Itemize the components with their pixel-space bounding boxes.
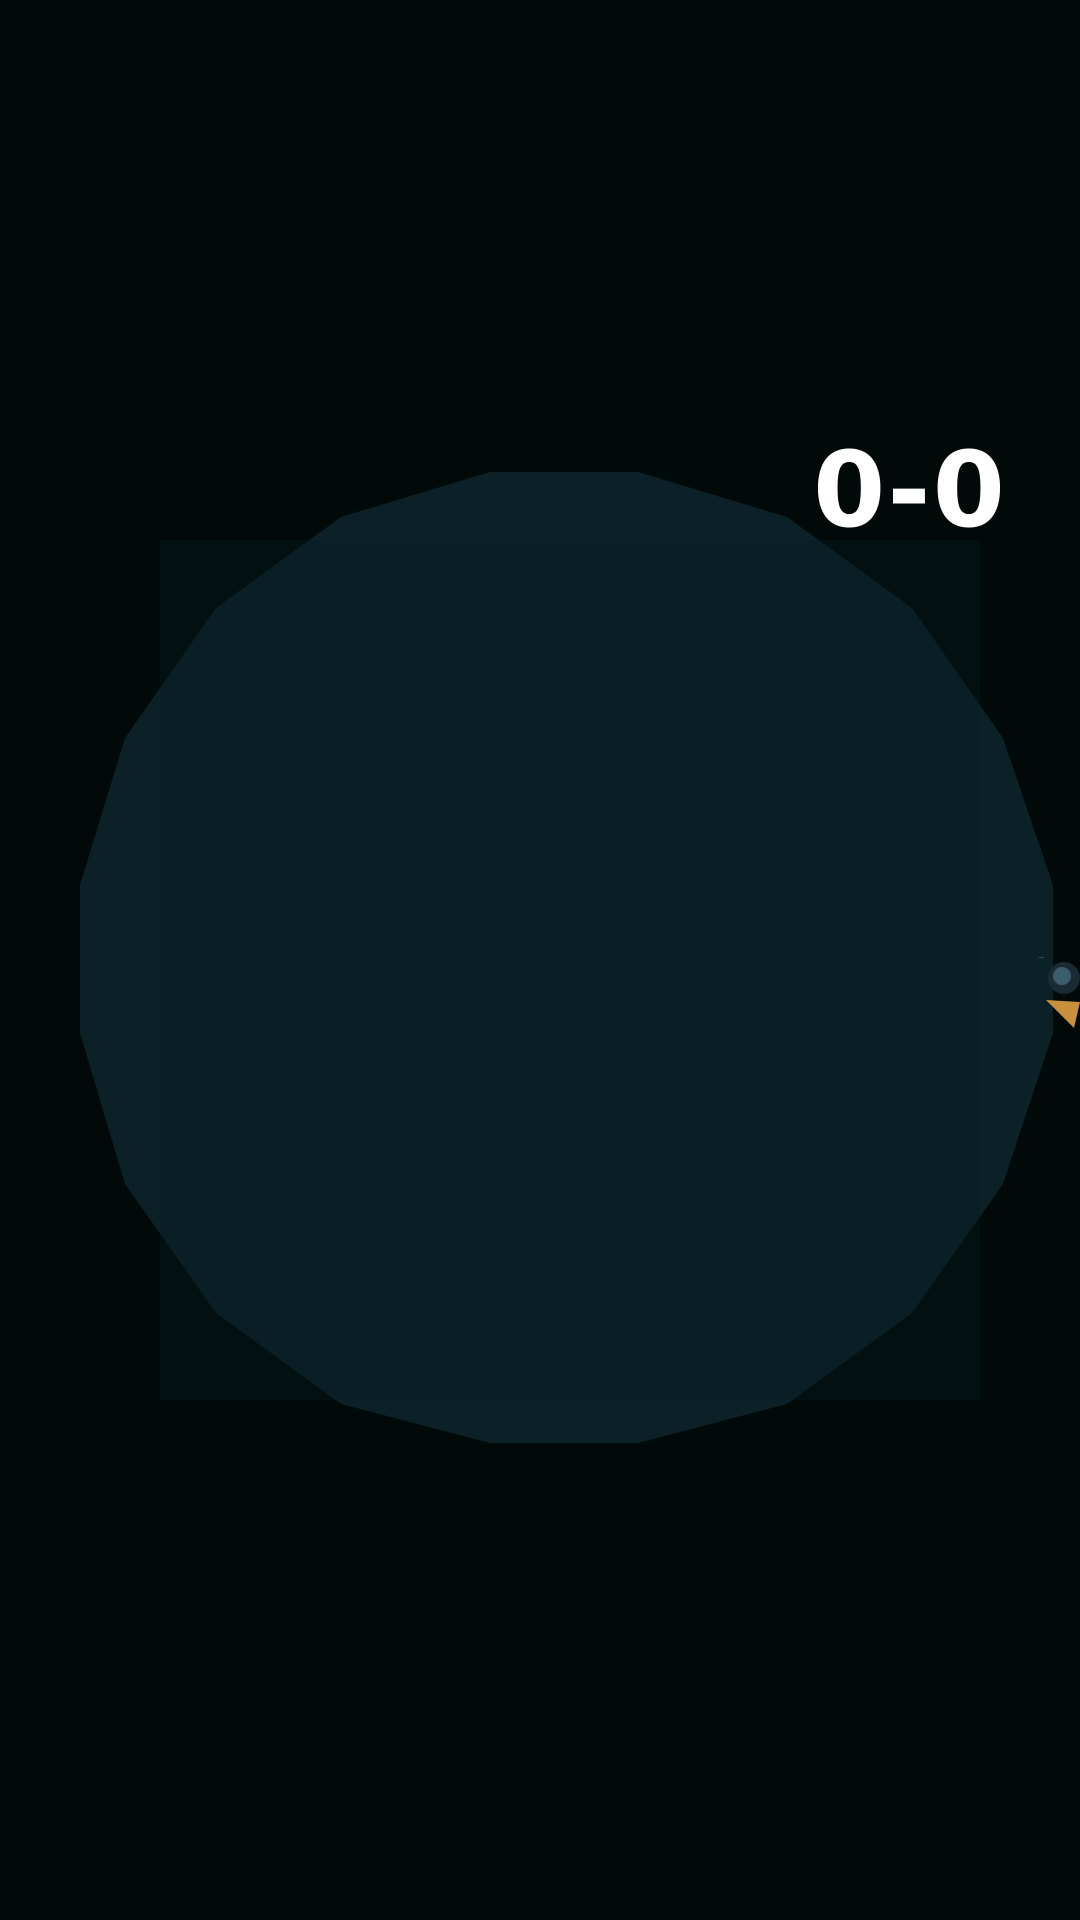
arena[interactable] [0,0,1080,1920]
svg-text:~: ~ [1038,953,1045,962]
score-display: 0-0 [813,429,1007,551]
game-screen[interactable]: 0-0 ~ [0,0,1080,1920]
arena-texture [160,540,980,1400]
player-character-icon[interactable]: ~ [1036,950,1080,1040]
